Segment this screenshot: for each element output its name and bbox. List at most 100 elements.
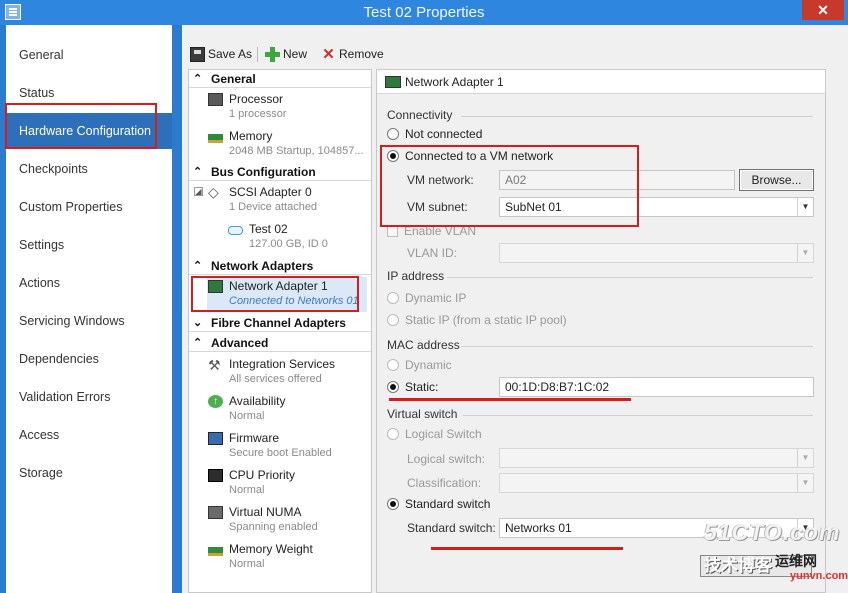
tree-item-availability[interactable]: ↑ Availability Normal: [189, 391, 371, 428]
remove-button[interactable]: ✕ Remove: [321, 45, 384, 63]
tree-item-cpu-priority[interactable]: CPU Priority Normal: [189, 465, 371, 502]
memory-icon: [208, 130, 223, 143]
tree-item-processor[interactable]: Processor 1 processor: [189, 89, 371, 126]
cpu-priority-icon: [208, 469, 223, 482]
ip-address-label: IP address: [387, 269, 445, 283]
tree-header-label: Bus Configuration: [211, 165, 316, 179]
connectivity-label: Connectivity: [387, 108, 453, 122]
tree-item-sub: All services offered: [229, 373, 322, 385]
tree-item-sub: Normal: [229, 484, 265, 496]
radio-dot: [387, 359, 399, 371]
tree-item-name: Integration Services: [229, 357, 336, 371]
dropdown-value: Networks 01: [505, 521, 572, 535]
nav-item-validation-errors[interactable]: Validation Errors: [6, 379, 172, 415]
checkbox-box: [387, 225, 398, 237]
radio-dot: [387, 128, 399, 140]
scsi-adapter-icon: ◇: [208, 184, 219, 200]
mac-address-input[interactable]: 00:1D:D8:B7:1C:02: [499, 377, 814, 397]
tree-header-label: Network Adapters: [211, 259, 314, 273]
radio-dot: [387, 381, 399, 393]
tree-header-network-adapters[interactable]: ⌃ Network Adapters: [189, 257, 371, 275]
save-icon: [190, 46, 205, 62]
radio-label: Static:: [405, 380, 439, 394]
enable-vlan-checkbox[interactable]: Enable VLAN: [387, 224, 476, 238]
new-label: New: [283, 47, 308, 61]
tree-item-sub: 127.00 GB, ID 0: [249, 238, 328, 250]
hardware-tree: ⌃ General Processor 1 processor Memory 20…: [188, 69, 372, 593]
dynamic-ip-radio[interactable]: Dynamic IP: [387, 291, 466, 305]
not-connected-radio[interactable]: Not connected: [387, 127, 482, 141]
remove-label: Remove: [339, 47, 384, 61]
numa-icon: [208, 506, 223, 519]
divider: [463, 415, 813, 416]
close-button[interactable]: ✕: [802, 0, 844, 20]
collapse-icon: ⌃: [193, 166, 203, 178]
memory-icon: [208, 543, 223, 556]
dynamic-mac-radio[interactable]: Dynamic: [387, 358, 452, 372]
nav-item-actions[interactable]: Actions: [6, 265, 172, 301]
standard-switch-radio[interactable]: Standard switch: [387, 497, 490, 511]
vlan-id-dropdown[interactable]: ▼: [499, 243, 814, 263]
window-title: Test 02 Properties: [363, 4, 485, 21]
network-adapter-icon: [385, 76, 401, 88]
chevron-down-icon: ▼: [797, 244, 813, 262]
details-pane: Network Adapter 1 Connectivity Not conne…: [376, 69, 826, 593]
static-ip-radio[interactable]: Static IP (from a static IP pool): [387, 313, 567, 327]
nav-item-servicing-windows[interactable]: Servicing Windows: [6, 303, 172, 339]
nav-item-checkpoints[interactable]: Checkpoints: [6, 151, 172, 187]
network-adapter-icon: [208, 280, 223, 293]
classification-dropdown[interactable]: ▼: [499, 473, 814, 493]
title-bar: Test 02 Properties ✕: [0, 0, 848, 25]
vm-network-label: VM network:: [407, 173, 474, 187]
radio-dot: [387, 292, 399, 304]
save-as-button[interactable]: Save As: [190, 45, 252, 63]
divider: [461, 346, 813, 347]
nav-item-access[interactable]: Access: [6, 417, 172, 453]
tree-item-memory-weight[interactable]: Memory Weight Normal: [189, 539, 371, 576]
nav-item-hardware-configuration[interactable]: Hardware Configuration: [6, 113, 180, 149]
radio-dot: [387, 150, 399, 162]
nav-item-general[interactable]: General: [6, 37, 172, 73]
tree-item-sub: 2048 MB Startup, 104857...: [229, 145, 364, 157]
nav-item-dependencies[interactable]: Dependencies: [6, 341, 172, 377]
browse-button[interactable]: Browse...: [739, 169, 814, 191]
nav-item-status[interactable]: Status: [6, 75, 172, 111]
expander-icon[interactable]: ◢: [194, 187, 203, 196]
tree-item-name: Test 02: [249, 222, 288, 236]
plus-icon: [265, 46, 280, 62]
tree-header-label: General: [211, 72, 256, 86]
chevron-down-icon: ▼: [797, 449, 813, 467]
tree-item-integration-services[interactable]: ⚒ Integration Services All services offe…: [189, 354, 371, 391]
nav-item-storage[interactable]: Storage: [6, 455, 172, 491]
new-button[interactable]: New: [265, 45, 307, 63]
tree-item-network-adapter[interactable]: Network Adapter 1 Connected to Networks …: [189, 276, 371, 313]
tree-header-fibre-channel[interactable]: ⌄ Fibre Channel Adapters: [189, 314, 371, 332]
connected-vm-network-radio[interactable]: Connected to a VM network: [387, 149, 553, 163]
static-mac-radio[interactable]: Static:: [387, 380, 438, 394]
tree-header-advanced[interactable]: ⌃ Advanced: [189, 334, 371, 352]
tree-item-disk[interactable]: Test 02 127.00 GB, ID 0: [209, 219, 371, 256]
tree-header-general[interactable]: ⌃ General: [189, 70, 371, 88]
watermark-caption: 技术博客: [704, 556, 772, 575]
tree-item-memory[interactable]: Memory 2048 MB Startup, 104857...: [189, 126, 371, 163]
radio-dot: [387, 428, 399, 440]
tree-item-scsi-adapter[interactable]: ◢ ◇ SCSI Adapter 0 1 Device attached: [189, 182, 371, 219]
logical-switch-dropdown[interactable]: ▼: [499, 448, 814, 468]
tree-item-sub: Spanning enabled: [229, 521, 318, 533]
logical-switch-radio[interactable]: Logical Switch: [387, 427, 482, 441]
tree-item-virtual-numa[interactable]: Virtual NUMA Spanning enabled: [189, 502, 371, 539]
vm-subnet-dropdown[interactable]: SubNet 01 ▼: [499, 197, 814, 217]
nav-item-settings[interactable]: Settings: [6, 227, 172, 263]
main-panel: Save As New ✕ Remove ⌃ General Processor …: [182, 25, 848, 593]
nav-item-custom-properties[interactable]: Custom Properties: [6, 189, 172, 225]
radio-label: Static IP (from a static IP pool): [405, 313, 567, 327]
tree-item-firmware[interactable]: Firmware Secure boot Enabled: [189, 428, 371, 465]
tree-item-sub: 1 Device attached: [229, 201, 318, 213]
tree-header-bus-configuration[interactable]: ⌃ Bus Configuration: [189, 163, 371, 181]
toolbar-divider: [257, 47, 258, 62]
nav-item-label: Hardware Configuration: [19, 124, 152, 138]
radio-label: Not connected: [405, 127, 483, 141]
watermark-site: 运维网: [775, 553, 817, 569]
scrollbar[interactable]: [827, 69, 848, 593]
chevron-down-icon: ▼: [797, 198, 813, 216]
